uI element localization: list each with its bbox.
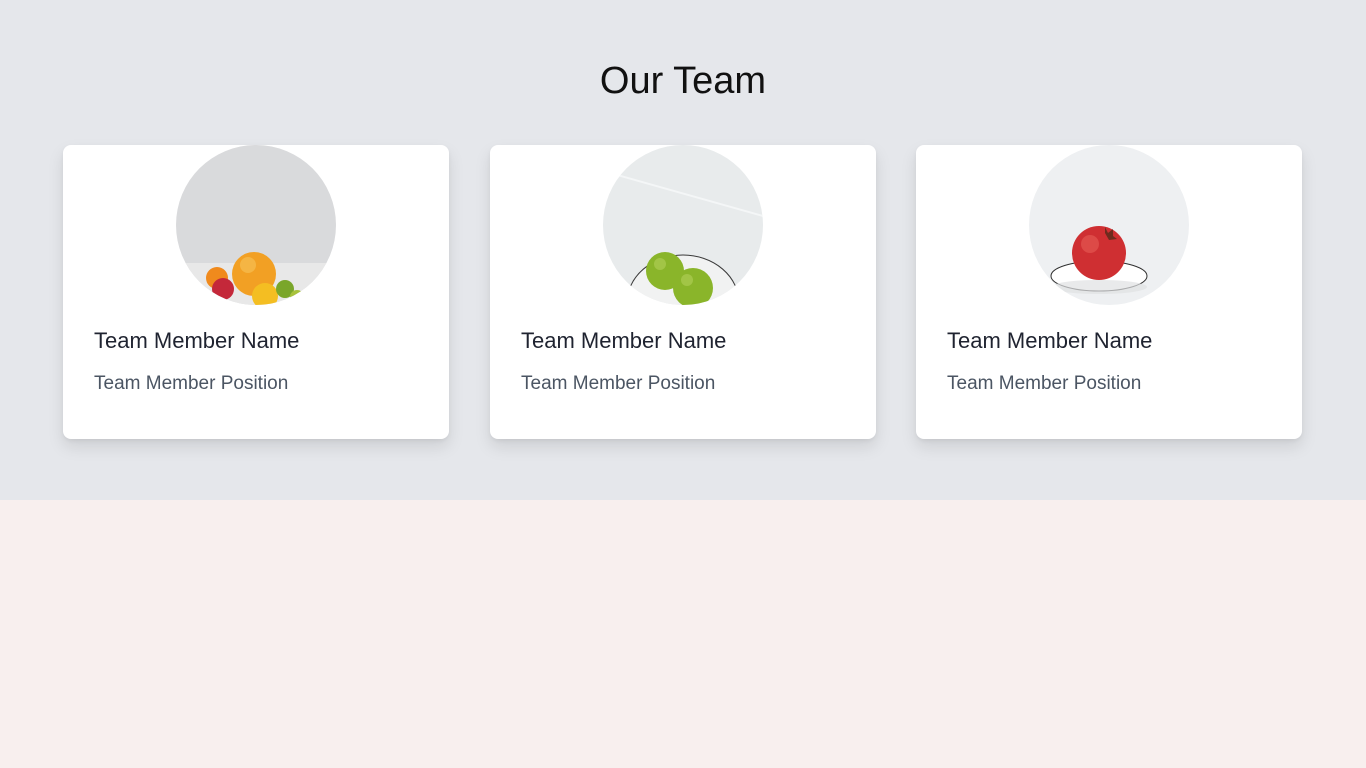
member-position: Team Member Position	[94, 373, 289, 394]
member-name: Team Member Name	[521, 328, 727, 353]
member-position: Team Member Position	[521, 373, 716, 394]
team-member-card: Team Member Name Team Member Position	[916, 145, 1302, 439]
section-title: Our Team	[599, 60, 767, 102]
member-photo	[176, 145, 336, 305]
member-photo	[1029, 145, 1189, 305]
member-name: Team Member Name	[947, 328, 1153, 353]
member-photo	[603, 145, 763, 305]
member-position: Team Member Position	[947, 373, 1142, 394]
team-member-card: Team Member Name Team Member Position	[490, 145, 876, 439]
team-member-card: Team Member Name Team Member Position	[63, 145, 449, 439]
team-section: Our Team Team Member Name Team Member Po…	[0, 0, 1366, 500]
member-name: Team Member Name	[94, 328, 300, 353]
